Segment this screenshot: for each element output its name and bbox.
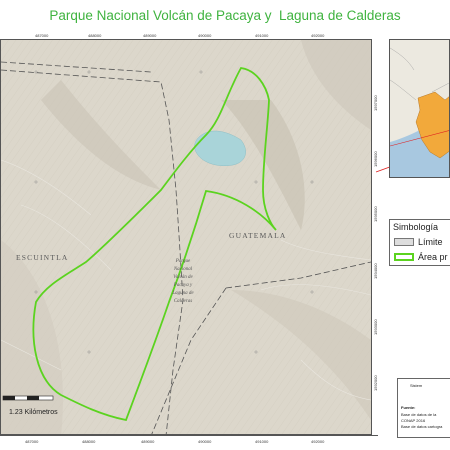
x-tick-label: 491000 [255,33,269,38]
right-coordinate-frame: 1597000 1596000 1595000 1594000 1593000 … [371,39,379,435]
x-tick-label: 492000 [311,33,325,38]
boundary-swatch-icon [394,238,414,246]
legend: Simbología Límite Área pr [389,219,450,266]
y-tick-label: 1597000 [373,95,378,111]
inset-map-graphic [390,40,449,159]
x-tick-label: 489000 [141,439,155,444]
y-tick-label: 1593000 [373,319,378,335]
legend-item-label: Área pr [418,252,448,262]
x-tick-label: 487000 [25,439,39,444]
x-tick-label: 488000 [88,33,102,38]
info-box: Sistem Fuente: Base de datos de la CONAP… [397,378,450,438]
y-tick-label: 1595000 [373,206,378,222]
bottom-coordinate-frame: 487000 488000 489000 490000 491000 49200… [0,435,378,446]
x-tick-label: 490000 [198,439,212,444]
terrain-layer [1,40,377,434]
map-title: Parque Nacional Volcán de Pacaya y Lagun… [49,8,401,23]
info-line: Base de datos cartogra [401,424,443,429]
info-line: Base de datos de la [401,412,437,417]
info-heading: Sistem [410,383,423,388]
x-tick-label: 487000 [35,33,49,38]
inset-locator-map[interactable] [389,39,450,178]
scale-bar-label: 1.23 Kilómetros [9,409,58,416]
legend-item-protected-area: Área pr [394,252,448,262]
y-tick-label: 1592000 [373,375,378,391]
x-tick-label: 488000 [82,439,96,444]
info-line: CONAP 2016 [401,418,426,423]
x-tick-label: 492000 [311,439,325,444]
park-name-label: Parque Nacional Volcán de Pacaya y Lagun… [172,259,194,304]
legend-item-boundary: Límite [394,237,443,247]
y-tick-label: 1596000 [373,151,378,167]
x-tick-label: 490000 [198,33,212,38]
department-label-escuintla: ESCUINTLA [16,253,69,262]
info-source-label: Fuente: [401,405,416,410]
scale-bar [2,395,54,401]
x-tick-label: 489000 [143,33,157,38]
legend-title: Simbología [393,222,439,232]
legend-item-label: Límite [418,237,443,247]
main-map[interactable]: ESCUINTLA GUATEMALA Parque Nacional Volc… [0,39,378,435]
protected-area-swatch-icon [394,253,414,261]
y-tick-label: 1594000 [373,263,378,279]
department-label-guatemala: GUATEMALA [229,231,287,240]
x-tick-label: 491000 [255,439,269,444]
